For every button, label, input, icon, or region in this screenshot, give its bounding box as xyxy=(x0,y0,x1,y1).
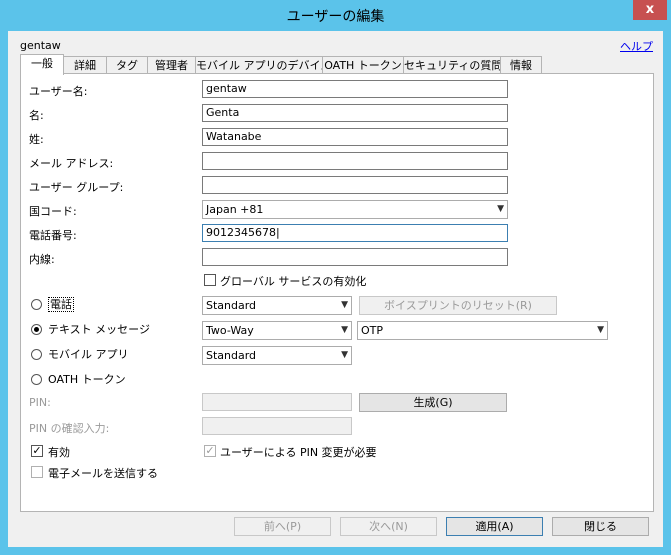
tab-info[interactable]: 情報 xyxy=(500,56,542,74)
enabled-label: 有効 xyxy=(48,446,70,459)
sms-mode-value: Two-Way xyxy=(206,324,254,337)
general-tab-panel: ユーザー名: 名: 姓: メール アドレス: ユーザー グループ: 国コード: … xyxy=(20,73,654,512)
tab-tags[interactable]: タグ xyxy=(106,56,148,74)
chevron-down-icon: ▼ xyxy=(341,350,348,360)
dialog-body: gentaw ヘルプ 一般 詳細 タグ 管理者 モバイル アプリのデバイス OA… xyxy=(8,31,663,547)
firstname-label: 名: xyxy=(29,109,44,122)
country-code-label: 国コード: xyxy=(29,205,77,218)
sms-radio[interactable] xyxy=(31,324,42,335)
sms-otp-value: OTP xyxy=(361,324,384,337)
username-input[interactable]: gentaw xyxy=(202,80,508,98)
title-bar: ユーザーの編集 x xyxy=(0,0,671,31)
chevron-down-icon: ▼ xyxy=(341,325,348,335)
send-email-label: 電子メールを送信する xyxy=(48,467,158,480)
window-title: ユーザーの編集 xyxy=(286,9,385,25)
sms-radio-label: テキスト メッセージ xyxy=(48,323,150,336)
require-pin-change-label: ユーザーによる PIN 変更が必要 xyxy=(220,446,377,459)
text-cursor: | xyxy=(276,226,280,239)
email-input[interactable] xyxy=(202,152,508,170)
lastname-label: 姓: xyxy=(29,133,44,146)
global-service-label: グローバル サービスの有効化 xyxy=(220,275,367,288)
global-service-checkbox[interactable] xyxy=(204,274,216,286)
mobile-app-radio-label: モバイル アプリ xyxy=(48,348,129,361)
pin-confirm-label: PIN の確認入力: xyxy=(29,422,110,435)
apply-button[interactable]: 適用(A) xyxy=(446,517,543,536)
send-email-checkbox[interactable] xyxy=(31,466,43,478)
header-username: gentaw xyxy=(20,39,61,52)
phone-radio-label: 電話 xyxy=(48,297,74,312)
tab-security-questions[interactable]: セキュリティの質問 xyxy=(403,56,502,74)
edit-user-window: ユーザーの編集 x gentaw ヘルプ 一般 詳細 タグ 管理者 モバイル ア… xyxy=(0,0,671,555)
username-label: ユーザー名: xyxy=(29,85,88,98)
tab-general[interactable]: 一般 xyxy=(20,54,64,75)
oath-token-radio-label: OATH トークン xyxy=(48,373,126,386)
phone-mode-select[interactable]: Standard ▼ xyxy=(202,296,352,315)
email-label: メール アドレス: xyxy=(29,157,114,170)
user-group-input[interactable] xyxy=(202,176,508,194)
extension-label: 内線: xyxy=(29,253,55,266)
prev-button[interactable]: 前へ(P) xyxy=(234,517,331,536)
tab-mobile-devices[interactable]: モバイル アプリのデバイス xyxy=(195,56,331,74)
phone-number-label: 電話番号: xyxy=(29,229,77,242)
country-code-select[interactable]: Japan +81 ▼ xyxy=(202,200,508,219)
sms-mode-select[interactable]: Two-Way ▼ xyxy=(202,321,352,340)
pin-confirm-input[interactable] xyxy=(202,417,352,435)
firstname-input[interactable]: Genta xyxy=(202,104,508,122)
generate-pin-button[interactable]: 生成(G) xyxy=(359,393,507,412)
tab-admin[interactable]: 管理者 xyxy=(147,56,196,74)
chevron-down-icon: ▼ xyxy=(597,325,604,335)
lastname-input[interactable]: Watanabe xyxy=(202,128,508,146)
phone-mode-value: Standard xyxy=(206,299,257,312)
oath-token-radio[interactable] xyxy=(31,374,42,385)
sms-otp-select[interactable]: OTP ▼ xyxy=(357,321,608,340)
require-pin-change-checkbox[interactable]: ✓ xyxy=(204,445,216,457)
tab-oath-tokens[interactable]: OATH トークン xyxy=(322,56,404,74)
phone-radio-label-wrap: 電話 xyxy=(48,296,74,312)
country-code-value: Japan +81 xyxy=(206,203,264,216)
group-label: ユーザー グループ: xyxy=(29,181,124,194)
phone-number-input[interactable]: 9012345678| xyxy=(202,224,508,242)
mobile-app-mode-select[interactable]: Standard ▼ xyxy=(202,346,352,365)
help-link[interactable]: ヘルプ xyxy=(620,38,653,54)
chevron-down-icon: ▼ xyxy=(341,300,348,310)
voiceprint-reset-button[interactable]: ボイスプリントのリセット(R) xyxy=(359,296,557,315)
enabled-checkbox[interactable]: ✓ xyxy=(31,445,43,457)
close-window-button[interactable]: x xyxy=(633,0,667,20)
close-button[interactable]: 閉じる xyxy=(552,517,649,536)
extension-input[interactable] xyxy=(202,248,508,266)
pin-input[interactable] xyxy=(202,393,352,411)
pin-label: PIN: xyxy=(29,396,51,409)
phone-number-value: 9012345678 xyxy=(206,226,276,239)
mobile-app-radio[interactable] xyxy=(31,349,42,360)
tab-details[interactable]: 詳細 xyxy=(63,56,107,74)
mobile-app-mode-value: Standard xyxy=(206,349,257,362)
next-button[interactable]: 次へ(N) xyxy=(340,517,437,536)
chevron-down-icon: ▼ xyxy=(497,204,504,214)
phone-radio[interactable] xyxy=(31,299,42,310)
